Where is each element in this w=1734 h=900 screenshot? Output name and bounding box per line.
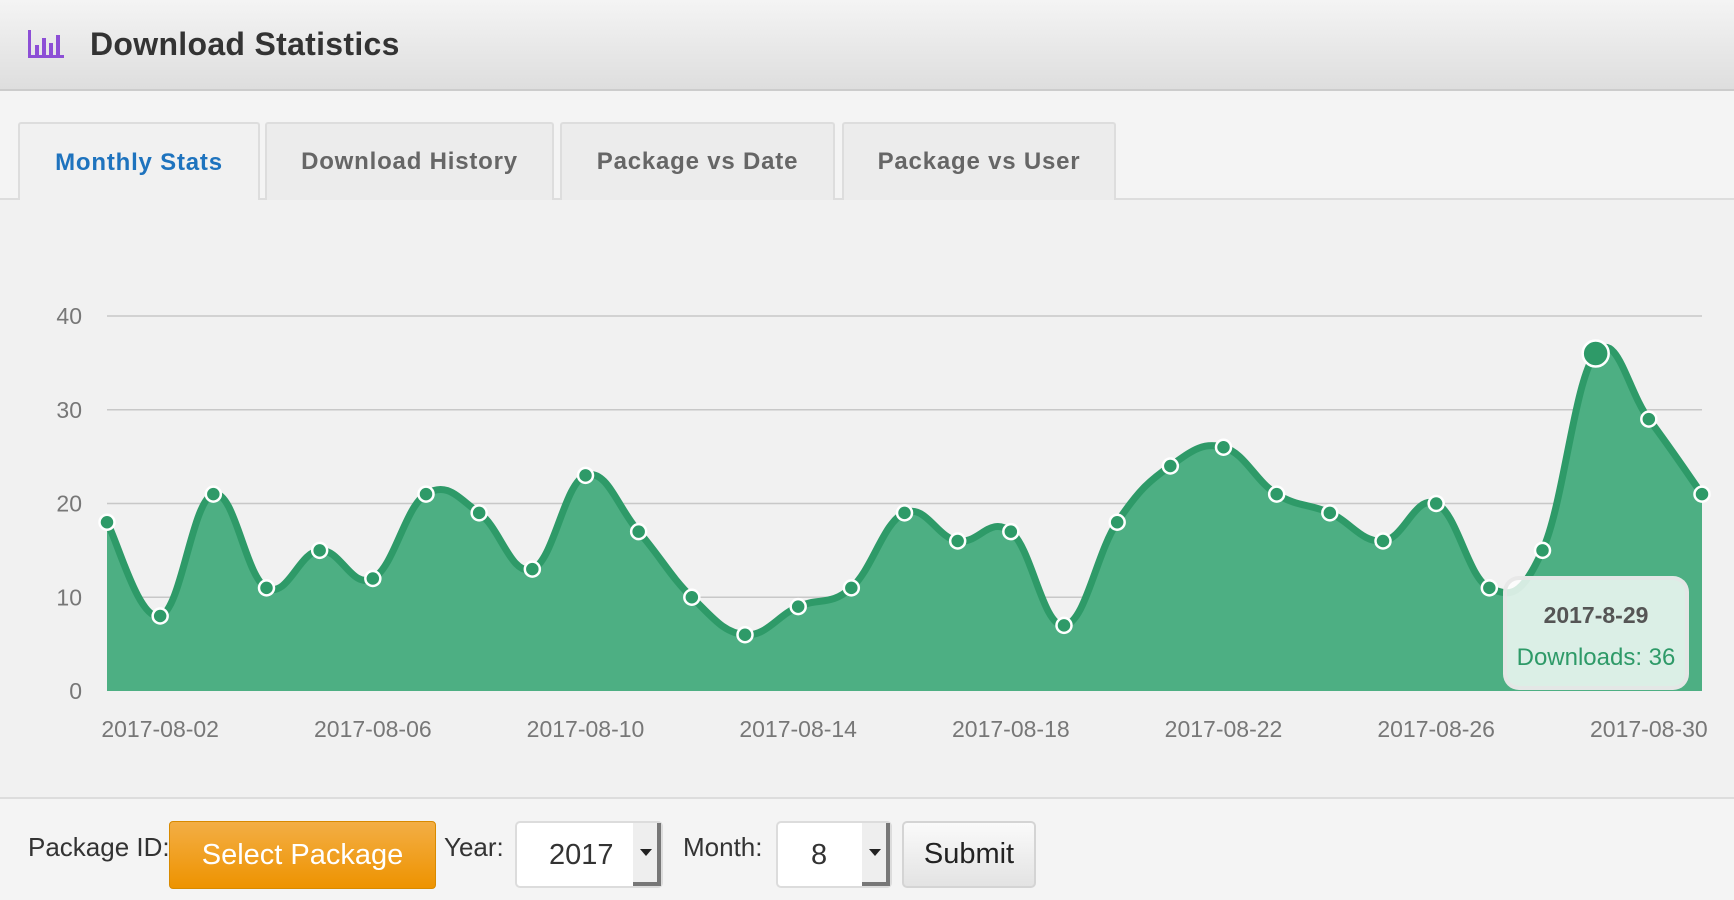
data-point	[1427, 494, 1445, 513]
data-point	[417, 485, 435, 503]
y-tick-label: 40	[56, 303, 82, 329]
data-point	[1321, 504, 1339, 522]
data-point	[683, 588, 701, 606]
chart-tooltip: 2017-8-29 Downloads: 36	[1503, 576, 1689, 690]
tab-download-history[interactable]: Download History	[265, 122, 554, 200]
package-id-label: Package ID:	[28, 832, 170, 862]
x-tick-label: 2017-08-26	[1377, 716, 1495, 742]
month-label: Month:	[683, 832, 763, 862]
data-point-highlighted	[1581, 339, 1610, 368]
x-tick-label: 2017-08-10	[527, 716, 645, 742]
month-value: 8	[811, 839, 828, 871]
y-tick-label: 10	[56, 584, 82, 610]
data-point	[257, 579, 276, 597]
x-tick-label: 2017-08-30	[1590, 716, 1708, 742]
data-point	[1374, 532, 1392, 550]
year-value: 2017	[549, 839, 614, 871]
page-title: Download Statistics	[90, 26, 400, 62]
month-dropdown-toggle[interactable]	[862, 823, 890, 886]
data-point	[1214, 438, 1233, 456]
data-point	[310, 541, 329, 560]
data-point	[576, 466, 595, 485]
data-point	[1002, 522, 1020, 541]
tooltip-date: 2017-8-29	[1543, 602, 1649, 628]
data-point	[98, 513, 116, 531]
x-tick-label: 2017-08-18	[952, 716, 1070, 742]
x-tick-label: 2017-08-22	[1165, 716, 1283, 742]
data-point	[151, 607, 169, 625]
tooltip-value: Downloads: 36	[1516, 644, 1676, 671]
year-label: Year:	[444, 832, 504, 862]
data-point	[204, 485, 223, 503]
tab-monthly-stats[interactable]: Monthly Stats	[18, 122, 260, 202]
data-point	[523, 560, 542, 578]
month-select[interactable]: 8	[776, 821, 892, 888]
chart-area: 0 10 20 30 40 2017-08-02 2017-08-06 2017-08-10…	[0, 200, 1734, 798]
data-point	[1055, 616, 1073, 635]
x-tick-label: 2017-08-06	[314, 716, 432, 742]
y-tick-label: 30	[56, 397, 82, 423]
y-tick-label: 20	[56, 491, 82, 517]
data-point	[1693, 485, 1711, 503]
year-select[interactable]: 2017	[515, 821, 663, 888]
y-tick-label: 0	[69, 678, 82, 704]
data-point	[1108, 513, 1126, 531]
downloads-chart: 0 10 20 30 40 2017-08-02 2017-08-06 2017-08-10…	[56, 303, 1711, 742]
tab-package-vs-user[interactable]: Package vs User	[842, 122, 1116, 200]
x-tick-label: 2017-08-02	[101, 716, 219, 742]
caret-down-icon	[640, 849, 652, 856]
data-point	[948, 532, 967, 550]
x-tick-label: 2017-08-14	[739, 716, 857, 742]
data-point	[1480, 579, 1499, 597]
data-point	[789, 597, 807, 616]
select-package-button[interactable]: Select Package	[169, 821, 436, 889]
bar-chart-icon	[28, 30, 64, 58]
submit-button[interactable]: Submit	[902, 821, 1036, 888]
data-point	[1267, 485, 1286, 503]
page-header: Download Statistics	[0, 0, 1734, 91]
data-point	[895, 504, 914, 522]
data-point	[1161, 457, 1180, 475]
data-point	[736, 626, 754, 644]
data-point	[842, 579, 861, 597]
data-point	[1533, 541, 1552, 560]
tab-package-vs-date[interactable]: Package vs Date	[560, 122, 835, 200]
year-dropdown-toggle[interactable]	[633, 823, 661, 886]
data-point	[1640, 410, 1658, 428]
data-point	[629, 522, 648, 541]
caret-down-icon	[869, 849, 881, 856]
data-point	[364, 569, 382, 588]
data-point	[470, 504, 488, 522]
tab-bar: Monthly Stats Download History Package v…	[0, 91, 1734, 202]
filter-controls: Package ID: Select Package Year: 2017 Mo…	[0, 797, 1734, 900]
